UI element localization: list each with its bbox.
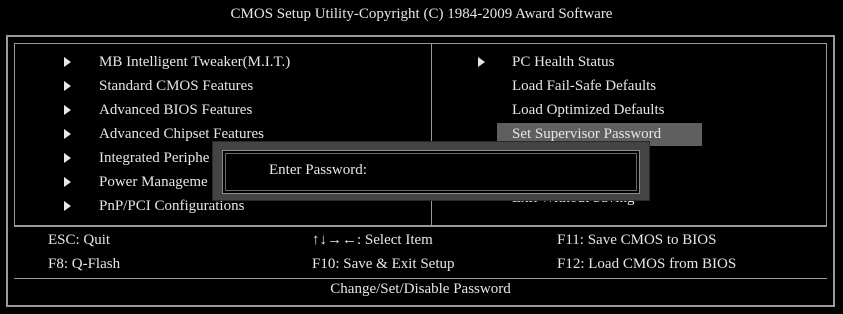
right-arrow-icon	[64, 129, 71, 139]
menu-item-load-fail-safe[interactable]: Load Fail-Safe Defaults	[512, 75, 656, 97]
divider	[14, 278, 827, 279]
menu-item-label: Advanced BIOS Features	[99, 102, 253, 118]
status-bar: Change/Set/Disable Password	[330, 281, 511, 297]
key-help-f8: F8: Q-Flash	[48, 256, 121, 272]
right-arrow-icon	[64, 201, 71, 211]
key-help-nav: ↑↓→←: Select Item	[312, 232, 433, 248]
menu-item-label: Power Manageme	[99, 174, 208, 190]
password-prompt: Enter Password:	[269, 162, 367, 178]
key-help-esc: ESC: Quit	[48, 232, 111, 248]
key-help-f11: F11: Save CMOS to BIOS	[557, 232, 717, 248]
window-title: CMOS Setup Utility-Copyright (C) 1984-20…	[230, 6, 613, 22]
menu-item-label: Standard CMOS Features	[99, 78, 254, 94]
right-arrow-icon	[64, 81, 71, 91]
menu-item-label: Integrated Periphe	[99, 150, 210, 166]
menu-item-label: MB Intelligent Tweaker(M.I.T.)	[99, 54, 291, 70]
key-help-f12: F12: Load CMOS from BIOS	[557, 256, 737, 272]
divider	[14, 226, 827, 227]
menu-item-label: PC Health Status	[512, 54, 615, 70]
right-arrow-icon	[64, 177, 71, 187]
right-arrow-icon	[64, 57, 71, 67]
right-arrow-icon	[64, 153, 71, 163]
key-help-f10: F10: Save & Exit Setup	[312, 256, 455, 272]
right-arrow-icon	[64, 105, 71, 115]
right-arrow-icon	[478, 57, 485, 67]
menu-item-load-optimized[interactable]: Load Optimized Defaults	[512, 99, 664, 121]
